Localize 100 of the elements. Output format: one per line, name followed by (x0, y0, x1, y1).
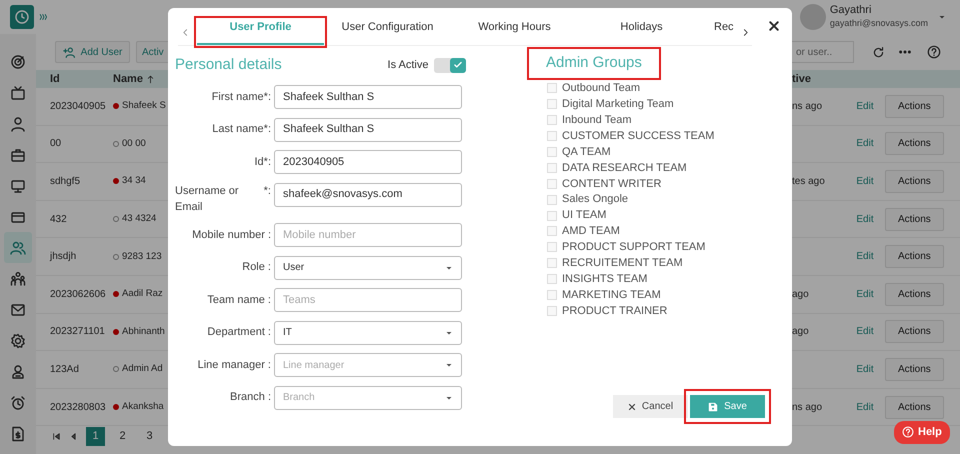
checkbox[interactable] (547, 83, 557, 94)
actions-button[interactable]: Actions (885, 282, 944, 306)
table-cell-text: 2023040905 (50, 100, 107, 114)
checkbox[interactable] (547, 131, 557, 142)
dropdown-field[interactable]: User (274, 256, 462, 280)
checkbox-label: DATA RESEARCH TEAM (562, 160, 687, 176)
input-field[interactable]: Shafeek Sulthan S (274, 85, 462, 109)
actions-button[interactable]: Actions (885, 132, 944, 156)
table-cell-text: Admin Ad (122, 362, 163, 376)
edit-link[interactable]: Edit (856, 286, 874, 302)
checkbox-label: AMD TEAM (562, 224, 620, 240)
actions-button[interactable]: Actions (885, 358, 944, 381)
actions-button[interactable]: Actions (885, 245, 944, 268)
field-label: Last name*: (211, 122, 272, 138)
question-icon (902, 426, 914, 438)
edit-link[interactable]: Edit (856, 324, 874, 340)
table-cell-text: 34 34 (122, 174, 146, 188)
tab[interactable]: Holidays (578, 19, 705, 45)
actions-button[interactable]: Actions (885, 94, 944, 118)
checkbox[interactable] (547, 115, 557, 126)
edit-link[interactable]: Edit (856, 136, 874, 152)
input-field[interactable]: shafeek@snovasys.com (274, 182, 462, 206)
table-cell-text: Akanksha (122, 400, 164, 414)
page-button[interactable]: 2 (113, 426, 132, 446)
table-cell: Aadil Raz (122, 287, 163, 302)
field-label: *: (264, 184, 271, 198)
checkbox[interactable] (547, 194, 557, 205)
column-header: Name (113, 72, 143, 87)
edit-link[interactable]: Edit (856, 174, 874, 189)
input-field[interactable]: Shafeek Sulthan S (274, 118, 462, 142)
checkbox-label: MARKETING TEAM (562, 288, 661, 303)
field-label: Username or Email (175, 184, 240, 214)
close-icon (628, 402, 636, 410)
help-icon[interactable] (927, 45, 941, 59)
checkbox[interactable] (547, 306, 557, 316)
checkbox[interactable] (547, 147, 557, 157)
table-cell-text: 2023271101 (50, 325, 106, 340)
checkbox-label: INSIGHTS TEAM (562, 272, 648, 287)
actions-button[interactable]: Actions (885, 208, 944, 231)
tab[interactable]: Working Hours (451, 19, 578, 45)
edit-link[interactable]: Edit (856, 98, 874, 114)
page-button[interactable]: 3 (140, 426, 159, 446)
close-icon[interactable] (768, 20, 780, 32)
cancel-button[interactable]: Cancel (613, 395, 688, 418)
add-person-icon (62, 46, 76, 58)
dropdown-field[interactable]: IT (274, 320, 462, 344)
checkbox[interactable] (547, 162, 557, 173)
checkbox[interactable] (547, 226, 557, 236)
checkbox[interactable] (547, 258, 557, 268)
field-label: Branch : (229, 390, 272, 406)
sort-arrow-icon[interactable] (146, 74, 155, 84)
field-label: Mobile number : (191, 228, 272, 243)
tab[interactable]: User Configuration (324, 19, 451, 45)
section-title: Admin Groups (530, 50, 658, 76)
checkbox[interactable] (547, 99, 557, 110)
edit-link[interactable]: Edit (856, 212, 874, 227)
table-cell: Abhinanth (122, 324, 165, 339)
column-header: Id (50, 72, 61, 87)
first-page-icon[interactable] (52, 432, 61, 441)
caret-icon[interactable] (938, 13, 946, 21)
actions-button[interactable]: Actions (885, 320, 944, 344)
table-cell-text: 00 00 (122, 136, 146, 151)
checkbox-label: Digital Marketing Team (562, 97, 674, 112)
users-icon[interactable] (4, 232, 32, 263)
toggle-label: Is Active (388, 58, 428, 73)
toggle-switch[interactable] (434, 58, 466, 73)
table-cell-text: 123Ad (50, 362, 80, 377)
checkbox-label: CUSTOMER SUCCESS TEAM (562, 128, 714, 144)
clock-logo-icon[interactable] (10, 5, 34, 29)
previous-page-icon[interactable] (69, 432, 78, 441)
actions-button[interactable]: Actions (885, 396, 944, 419)
section-title: Personal details (175, 55, 282, 75)
page-button[interactable]: 1 (86, 426, 105, 446)
checkbox[interactable] (547, 290, 557, 300)
checkbox-label: Outbound Team (562, 81, 640, 96)
checkbox-label: Sales Ongole (562, 192, 628, 208)
table-cell-text: 43 4324 (122, 212, 156, 226)
table-cell: ago (792, 326, 809, 338)
table-cell: ns ago (792, 100, 822, 112)
edit-link[interactable]: Edit (856, 362, 874, 377)
triple-chevron-icon[interactable] (38, 12, 50, 22)
edit-link[interactable]: Edit (856, 249, 874, 264)
input-field[interactable]: 2023040905 (274, 150, 462, 174)
chevron-left-icon[interactable] (180, 28, 190, 36)
refresh-icon[interactable] (872, 46, 885, 58)
actions-button[interactable]: Actions (885, 170, 944, 193)
help-button[interactable]: Help (894, 421, 950, 444)
checkbox-label: PRODUCT TRAINER (562, 304, 668, 319)
field-label: Id*: (253, 154, 272, 170)
checkbox[interactable] (547, 178, 557, 189)
checkbox-label: RECRUITEMENT TEAM (562, 256, 683, 271)
table-cell: ns ago (792, 402, 822, 413)
checkbox[interactable] (547, 242, 557, 252)
user-name: Gayathri (830, 4, 872, 17)
tab[interactable]: Rec (705, 19, 734, 45)
checkbox[interactable] (547, 210, 557, 221)
checkbox[interactable] (547, 274, 557, 284)
table-cell-text: sdhgf5 (50, 174, 82, 189)
table-cell-text: 2023280803 (50, 400, 107, 415)
edit-link[interactable]: Edit (856, 400, 874, 415)
